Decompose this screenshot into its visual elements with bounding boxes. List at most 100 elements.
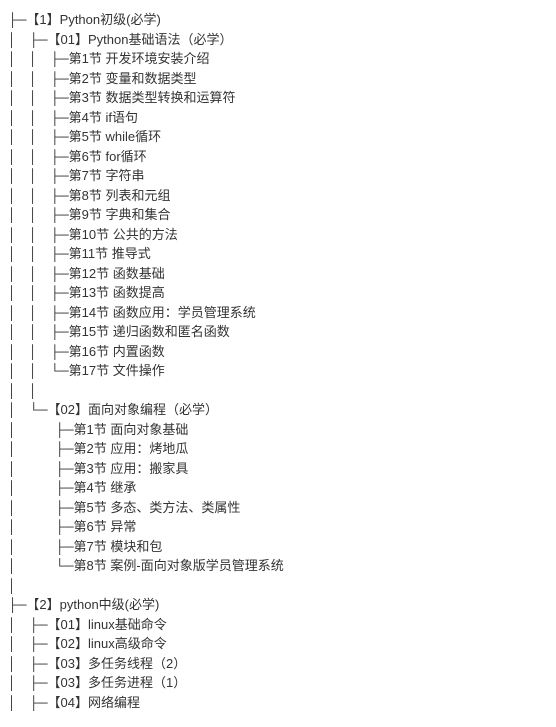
tree-branch-prefix: ├─ [8,597,26,612]
tree-node-label: 第6节 for循环 [69,149,147,164]
tree-node-label: 【03】多任务线程（2） [48,656,187,671]
tree-node-label: 第15节 递归函数和匿名函数 [69,324,230,339]
tree-node-label: 【1】Python初级(必学) [26,12,160,27]
tree-branch-prefix: │ │ ├─ [8,90,69,105]
tree-node-label: 第6节 异常 [74,519,137,534]
tree-node-label: 第1节 面向对象基础 [74,422,189,437]
tree-row: │ │ ├─第3节 数据类型转换和运算符 [8,88,548,108]
tree-row: ├─【1】Python初级(必学) [8,10,548,30]
tree-branch-prefix: │ ├─ [8,636,48,651]
tree-branch-prefix: │ │ ├─ [8,324,69,339]
tree-branch-prefix: │ ├─ [8,422,74,437]
tree-node-label: 第16节 内置函数 [69,344,165,359]
tree-row: │ │ ├─第9节 字典和集合 [8,205,548,225]
tree-row: │ ├─第2节 应用：烤地瓜 [8,439,548,459]
tree-node-label: 第3节 数据类型转换和运算符 [69,90,236,105]
tree-row: │ ├─【01】linux基础命令 [8,615,548,635]
tree-row: │ │ ├─第11节 推导式 [8,244,548,264]
tree-node-label: 第14节 函数应用：学员管理系统 [69,305,256,320]
tree-branch-prefix: │ ├─ [8,480,74,495]
tree-node-label: 【01】linux基础命令 [48,617,167,632]
tree-branch-prefix: │ │ ├─ [8,305,69,320]
tree-branch-prefix: │ ├─ [8,461,74,476]
tree-branch-prefix: │ │ ├─ [8,285,69,300]
tree-branch-prefix: ├─ [8,12,26,27]
tree-row: │ ├─【03】多任务线程（2） [8,654,548,674]
tree-row: │ │ ├─第16节 内置函数 [8,342,548,362]
tree-row: │ ├─第3节 应用：搬家具 [8,459,548,479]
tree-row: │ │ ├─第13节 函数提高 [8,283,548,303]
tree-node-label: 第2节 变量和数据类型 [69,71,197,86]
tree-node-label: 【2】python中级(必学) [26,597,159,612]
tree-row: │ ├─第6节 异常 [8,517,548,537]
tree-branch-prefix: │ ├─ [8,500,74,515]
tree-row: │ ├─【04】网络编程 [8,693,548,713]
tree-row: │ │ ├─第2节 变量和数据类型 [8,69,548,89]
tree-branch-prefix: │ ├─ [8,656,48,671]
tree-row: │ │ ├─第7节 字符串 [8,166,548,186]
tree-row: │ ├─第5节 多态、类方法、类属性 [8,498,548,518]
tree-branch-prefix: │ │ ├─ [8,266,69,281]
tree-node-label: 第17节 文件操作 [69,363,165,378]
tree-node-label: 第9节 字典和集合 [69,207,171,222]
tree-node-label: 第11节 推导式 [69,246,151,261]
tree-node-label: 第3节 应用：搬家具 [74,461,189,476]
tree-row: │ ├─【02】linux高级命令 [8,634,548,654]
tree-branch-prefix: │ ├─ [8,539,74,554]
tree-row: │ └─第8节 案例-面向对象版学员管理系统 [8,556,548,576]
tree-node-label: 第5节 多态、类方法、类属性 [74,500,241,515]
tree-row: │ │ └─第17节 文件操作 [8,361,548,381]
tree-row: │ ├─第7节 模块和包 [8,537,548,557]
tree-row: │ ├─第4节 继承 [8,478,548,498]
tree-node-label: 第1节 开发环境安装介绍 [69,51,210,66]
tree-branch-prefix: │ │ ├─ [8,344,69,359]
tree-node-label: 【01】Python基础语法（必学） [48,32,233,47]
course-tree: ├─【1】Python初级(必学)│ ├─【01】Python基础语法（必学）│… [8,10,548,712]
tree-node-label: 第7节 模块和包 [74,539,163,554]
tree-node-label: 第8节 列表和元组 [69,188,171,203]
tree-branch-prefix: │ │ ├─ [8,188,69,203]
tree-node-label: 第10节 公共的方法 [69,227,178,242]
tree-branch-prefix: │ │ ├─ [8,71,69,86]
tree-branch-prefix: │ │ ├─ [8,110,69,125]
tree-branch-prefix: │ ├─ [8,519,74,534]
tree-node-label: 第12节 函数基础 [69,266,165,281]
tree-branch-prefix: │ │ ├─ [8,149,69,164]
tree-branch-prefix: │ │ ├─ [8,227,69,242]
tree-branch-prefix: │ └─ [8,558,74,573]
tree-row: │ ├─第1节 面向对象基础 [8,420,548,440]
tree-node-label: 第7节 字符串 [69,168,145,183]
tree-row: │ │ ├─第4节 if语句 [8,108,548,128]
tree-row: │ ├─【03】多任务进程（1） [8,673,548,693]
tree-branch-prefix: │ ├─ [8,675,48,690]
tree-row: │ [8,576,548,596]
tree-node-label: 第4节 继承 [74,480,137,495]
tree-node-label: 第4节 if语句 [69,110,138,125]
tree-row: │ ├─【01】Python基础语法（必学） [8,30,548,50]
tree-branch-prefix: │ │ [8,383,37,398]
tree-node-label: 【02】面向对象编程（必学） [48,402,218,417]
tree-row: │ │ ├─第10节 公共的方法 [8,225,548,245]
tree-row: │ │ ├─第1节 开发环境安装介绍 [8,49,548,69]
tree-node-label: 第8节 案例-面向对象版学员管理系统 [74,558,284,573]
tree-branch-prefix: │ ├─ [8,617,48,632]
tree-row: │ │ ├─第5节 while循环 [8,127,548,147]
tree-branch-prefix: │ ├─ [8,32,48,47]
tree-node-label: 【02】linux高级命令 [48,636,167,651]
tree-branch-prefix: │ │ ├─ [8,129,69,144]
tree-branch-prefix: │ ├─ [8,441,74,456]
tree-branch-prefix: │ [8,578,16,593]
tree-row: │ │ ├─第6节 for循环 [8,147,548,167]
tree-branch-prefix: │ │ └─ [8,363,69,378]
tree-node-label: 第2节 应用：烤地瓜 [74,441,189,456]
tree-row: │ │ [8,381,548,401]
tree-row: ├─【2】python中级(必学) [8,595,548,615]
tree-row: │ │ ├─第15节 递归函数和匿名函数 [8,322,548,342]
tree-row: │ │ ├─第14节 函数应用：学员管理系统 [8,303,548,323]
tree-branch-prefix: │ └─ [8,402,48,417]
tree-node-label: 第5节 while循环 [69,129,161,144]
tree-branch-prefix: │ │ ├─ [8,246,69,261]
tree-branch-prefix: │ │ ├─ [8,207,69,222]
tree-row: │ │ ├─第12节 函数基础 [8,264,548,284]
tree-node-label: 【03】多任务进程（1） [48,675,187,690]
